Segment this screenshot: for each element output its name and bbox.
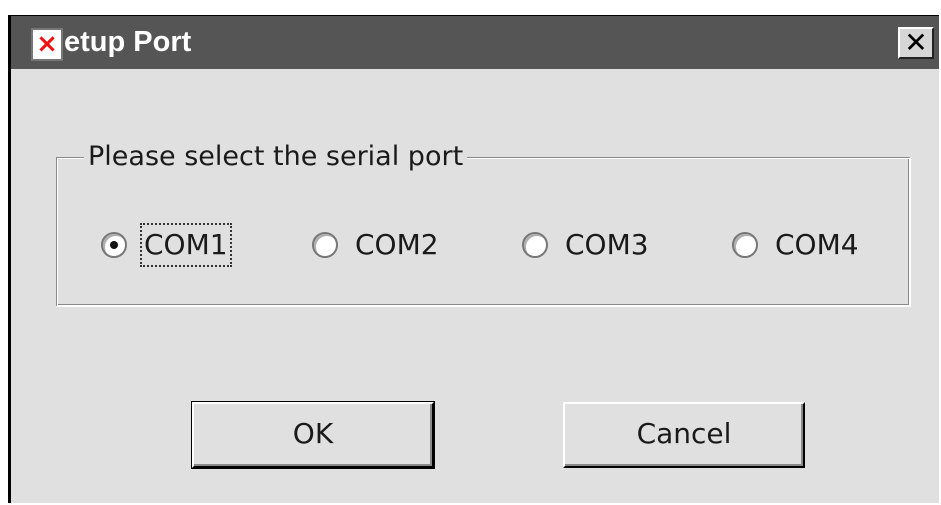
radio-button-com3[interactable]: [522, 232, 548, 258]
radio-button-com4[interactable]: [732, 232, 758, 258]
cancel-button[interactable]: Cancel: [563, 402, 805, 468]
groupbox-legend: Please select the serial port: [84, 139, 468, 175]
radio-button-com1[interactable]: [101, 232, 127, 258]
cancel-button-label: Cancel: [636, 417, 732, 450]
title-bar[interactable]: × etup Port ✕: [11, 16, 939, 69]
close-x-icon: ✕: [904, 26, 928, 59]
radio-selected-dot: [110, 241, 118, 249]
window-title: etup Port: [64, 26, 192, 58]
close-button[interactable]: ✕: [898, 27, 934, 59]
radio-label-com2[interactable]: COM2: [352, 224, 442, 266]
ok-button-label: OK: [292, 417, 334, 450]
setup-port-dialog: × etup Port ✕ Please select the serial p…: [8, 15, 939, 503]
radio-label-com3[interactable]: COM3: [562, 224, 652, 266]
radio-label-com1[interactable]: COM1: [140, 223, 232, 267]
radio-button-com2[interactable]: [312, 232, 338, 258]
radio-label-com4[interactable]: COM4: [772, 224, 862, 266]
ok-button[interactable]: OK: [191, 401, 435, 469]
error-x-icon: ×: [31, 28, 63, 61]
serial-port-groupbox: Please select the serial port COM1 COM2 …: [56, 139, 911, 307]
